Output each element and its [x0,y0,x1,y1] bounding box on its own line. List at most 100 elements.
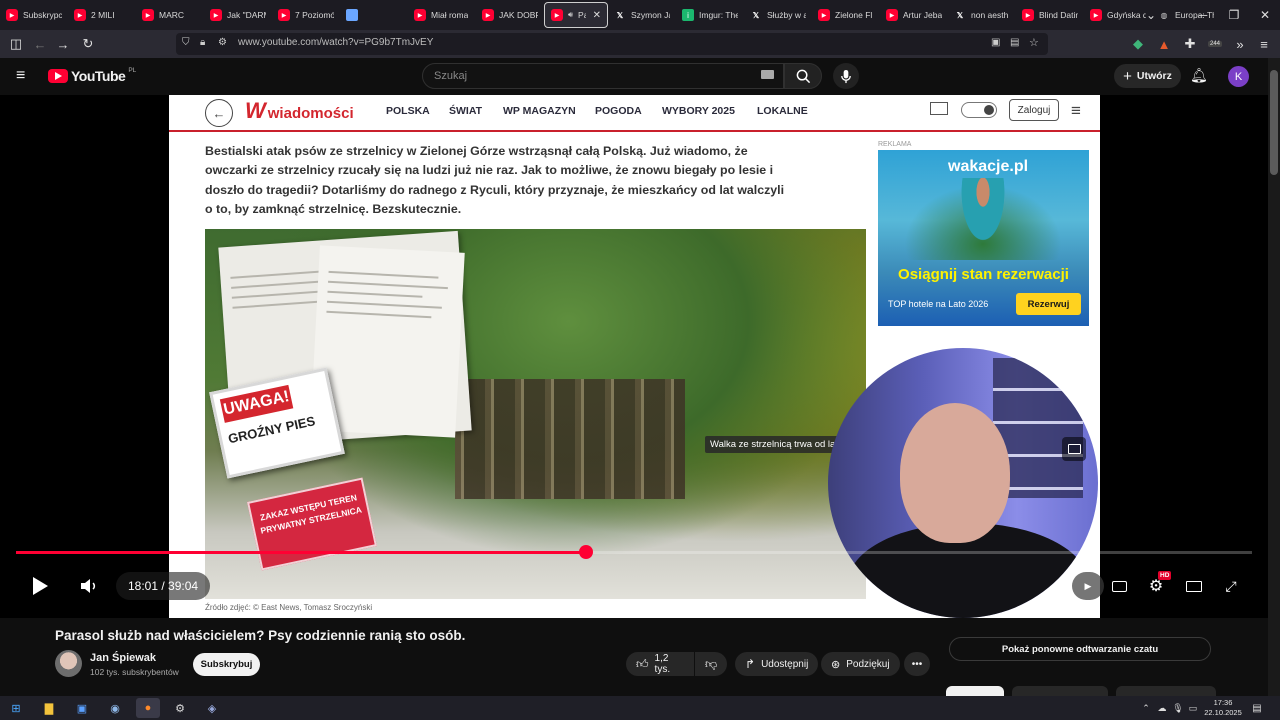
photo-caption: Walka ze strzelnicą trwa od lat [705,436,843,453]
autoplay-toggle[interactable]: ▶ [1072,572,1104,600]
close-window-button[interactable]: ✕ [1250,0,1280,30]
youtube-icon: ▶ [74,9,86,21]
subtitles-icon [1111,580,1127,592]
search-placeholder: Szukaj [434,70,468,82]
extension-shield-icon[interactable]: ◆ [1127,33,1149,55]
restore-window-button[interactable]: ❐ [1219,0,1249,30]
account-avatar[interactable]: K [1228,66,1249,87]
chat-replay-button[interactable]: Pokaż ponowne odtwarzanie czatu [949,637,1211,661]
forward-button[interactable]: → [52,33,74,55]
voice-search-button[interactable] [833,63,859,89]
like-button[interactable]: 👍︎ 1,2 tys. [626,652,694,676]
youtube-icon: ▶ [6,9,18,21]
youtube-icon: ▶ [210,9,222,21]
chip[interactable] [1012,686,1108,696]
browser-tab[interactable] [340,2,408,28]
clock-date: 22.10.2025 [1204,708,1242,717]
url-bar[interactable]: ⛉ 🔒︎ ⚙︎ www.youtube.com/watch?v=PG9b7TmJ… [176,33,1048,55]
browser-tab[interactable]: 𝕏 Służby w a [744,2,812,28]
blank-icon [346,9,358,21]
browser-tab[interactable]: 𝕏non aesth [948,2,1016,28]
permissions-icon[interactable]: ⚙︎ [218,37,227,48]
keyboard-icon[interactable] [761,70,774,79]
app-icon[interactable]: ◈ [200,698,224,718]
lock-icon[interactable]: 🔒︎ [200,37,205,48]
browser-tab-label: Miał roma [431,10,469,20]
browser-tab[interactable]: ▶ Miał roma [408,2,476,28]
tab-list-chevron-icon[interactable]: ⌄ [1136,0,1166,30]
miniplayer-icon[interactable] [1062,437,1086,461]
settings-app-icon[interactable]: ⚙︎ [168,698,192,718]
browser-tab-label: Zielone Fl [835,10,873,20]
close-tab-icon[interactable]: ✕ [593,10,601,21]
article-lead: Bestialski atak psów ze strzelnicy w Zie… [205,144,785,216]
fullscreen-icon[interactable]: ⤢ [1217,572,1245,600]
notifications-bell-icon[interactable]: 🔔︎ [1190,67,1208,84]
browser-tab[interactable]: ▶ Zielone Fl [812,2,880,28]
extensions-puzzle-icon[interactable]: ✚ [1179,33,1201,55]
browser-tab[interactable]: ▶ MARC [136,2,204,28]
volume-button[interactable] [75,572,103,600]
channel-avatar[interactable] [55,650,82,677]
youtube-logo[interactable]: YouTube PL [48,67,136,84]
extension-fox-icon[interactable]: ▲ [1153,33,1175,55]
thumbs-up-icon: 👍︎ [636,656,649,671]
browser-tab-active[interactable]: ▶ 🔊︎ Par ✕ [544,2,608,28]
play-button[interactable] [26,572,54,600]
hamburger-menu-icon[interactable]: ≡ [16,67,25,85]
more-actions-button[interactable]: ••• [904,652,930,676]
screenshot-icon[interactable]: ▤ [1010,37,1019,48]
reload-button[interactable]: ↻ [77,33,99,55]
browser-tab[interactable]: 𝕏 Szymon Ja [608,2,676,28]
chip[interactable] [1116,686,1216,696]
app-menu-icon[interactable]: ≡ [1253,33,1275,55]
notification-center-icon[interactable]: ▤ [1245,698,1269,718]
overflow-chevrons-icon[interactable]: » [1229,33,1251,55]
browser-tab-label: 2 MILI [91,10,115,20]
wp-nav-item: ŚWIAT [449,105,483,117]
browser-tab[interactable]: ▶ JAK DOBR [476,2,544,28]
dislike-button[interactable]: 👎︎ [695,652,727,676]
theater-mode-button[interactable] [1180,572,1208,600]
browser-tab[interactable]: ▶ Subskrypc [0,2,68,28]
youtube-wordmark: YouTube [71,68,126,84]
browser-tab[interactable]: i Imgur: The [676,2,744,28]
reader-view-icon[interactable]: ▣ [991,37,1000,48]
share-button[interactable]: ↱ Udostępnij [735,652,819,676]
channel-name[interactable]: Jan Śpiewak [90,652,156,664]
scrollbar-thumb[interactable] [1270,70,1278,175]
extension-badge-icon[interactable]: 244 [1204,33,1226,55]
taskbar-clock[interactable]: 17:36 22.10.2025 [1200,698,1246,718]
browser-tab[interactable]: ▶ Jak "DARM [204,2,272,28]
steam-icon[interactable]: ◉ [103,698,127,718]
browser-tab[interactable]: ▶ Artur Jeba [880,2,948,28]
bookmark-star-icon[interactable]: ☆ [1029,36,1039,49]
file-explorer-icon[interactable]: ▇ [37,698,61,718]
url-text[interactable]: www.youtube.com/watch?v=PG9b7TmJvEY [238,37,433,48]
thanks-button[interactable]: ⊛ Podziękuj [821,652,900,676]
subtitles-button[interactable] [1105,572,1133,600]
search-input[interactable]: Szukaj [422,63,784,89]
subscribe-button[interactable]: Subskrybuj [193,653,260,676]
speaker-icon[interactable]: 🔊︎ [568,10,573,20]
progress-scrubber[interactable] [579,545,593,559]
browser-tab[interactable]: ▶ Blind Datin [1016,2,1084,28]
back-button[interactable]: ← [29,33,51,55]
shield-icon[interactable]: ⛉ [182,37,190,48]
windows-start-icon[interactable]: ⊞ [4,698,28,718]
minimize-window-button[interactable]: ─ [1188,0,1218,30]
browser-tab[interactable]: ▶ 2 MILI [68,2,136,28]
chip[interactable] [946,686,1004,696]
like-count: 1,2 tys. [654,653,671,675]
create-button[interactable]: + Utwórz [1114,64,1181,88]
photo-gate [455,379,685,499]
browser-tab[interactable]: ▶ 7 Poziomó [272,2,340,28]
wp-mail-icon [930,102,948,115]
thanks-icon: ⊛ [831,658,841,671]
x-icon: 𝕏 [752,10,760,20]
sidebar-toggle-icon[interactable]: ◫ [5,33,27,55]
firefox-icon[interactable]: ● [136,698,160,718]
app-icon[interactable]: ▣ [70,698,94,718]
video-player[interactable]: ← W wiadomości POLSKA ŚWIAT WP MAGAZYN P… [0,95,1268,618]
search-button[interactable] [784,63,822,89]
